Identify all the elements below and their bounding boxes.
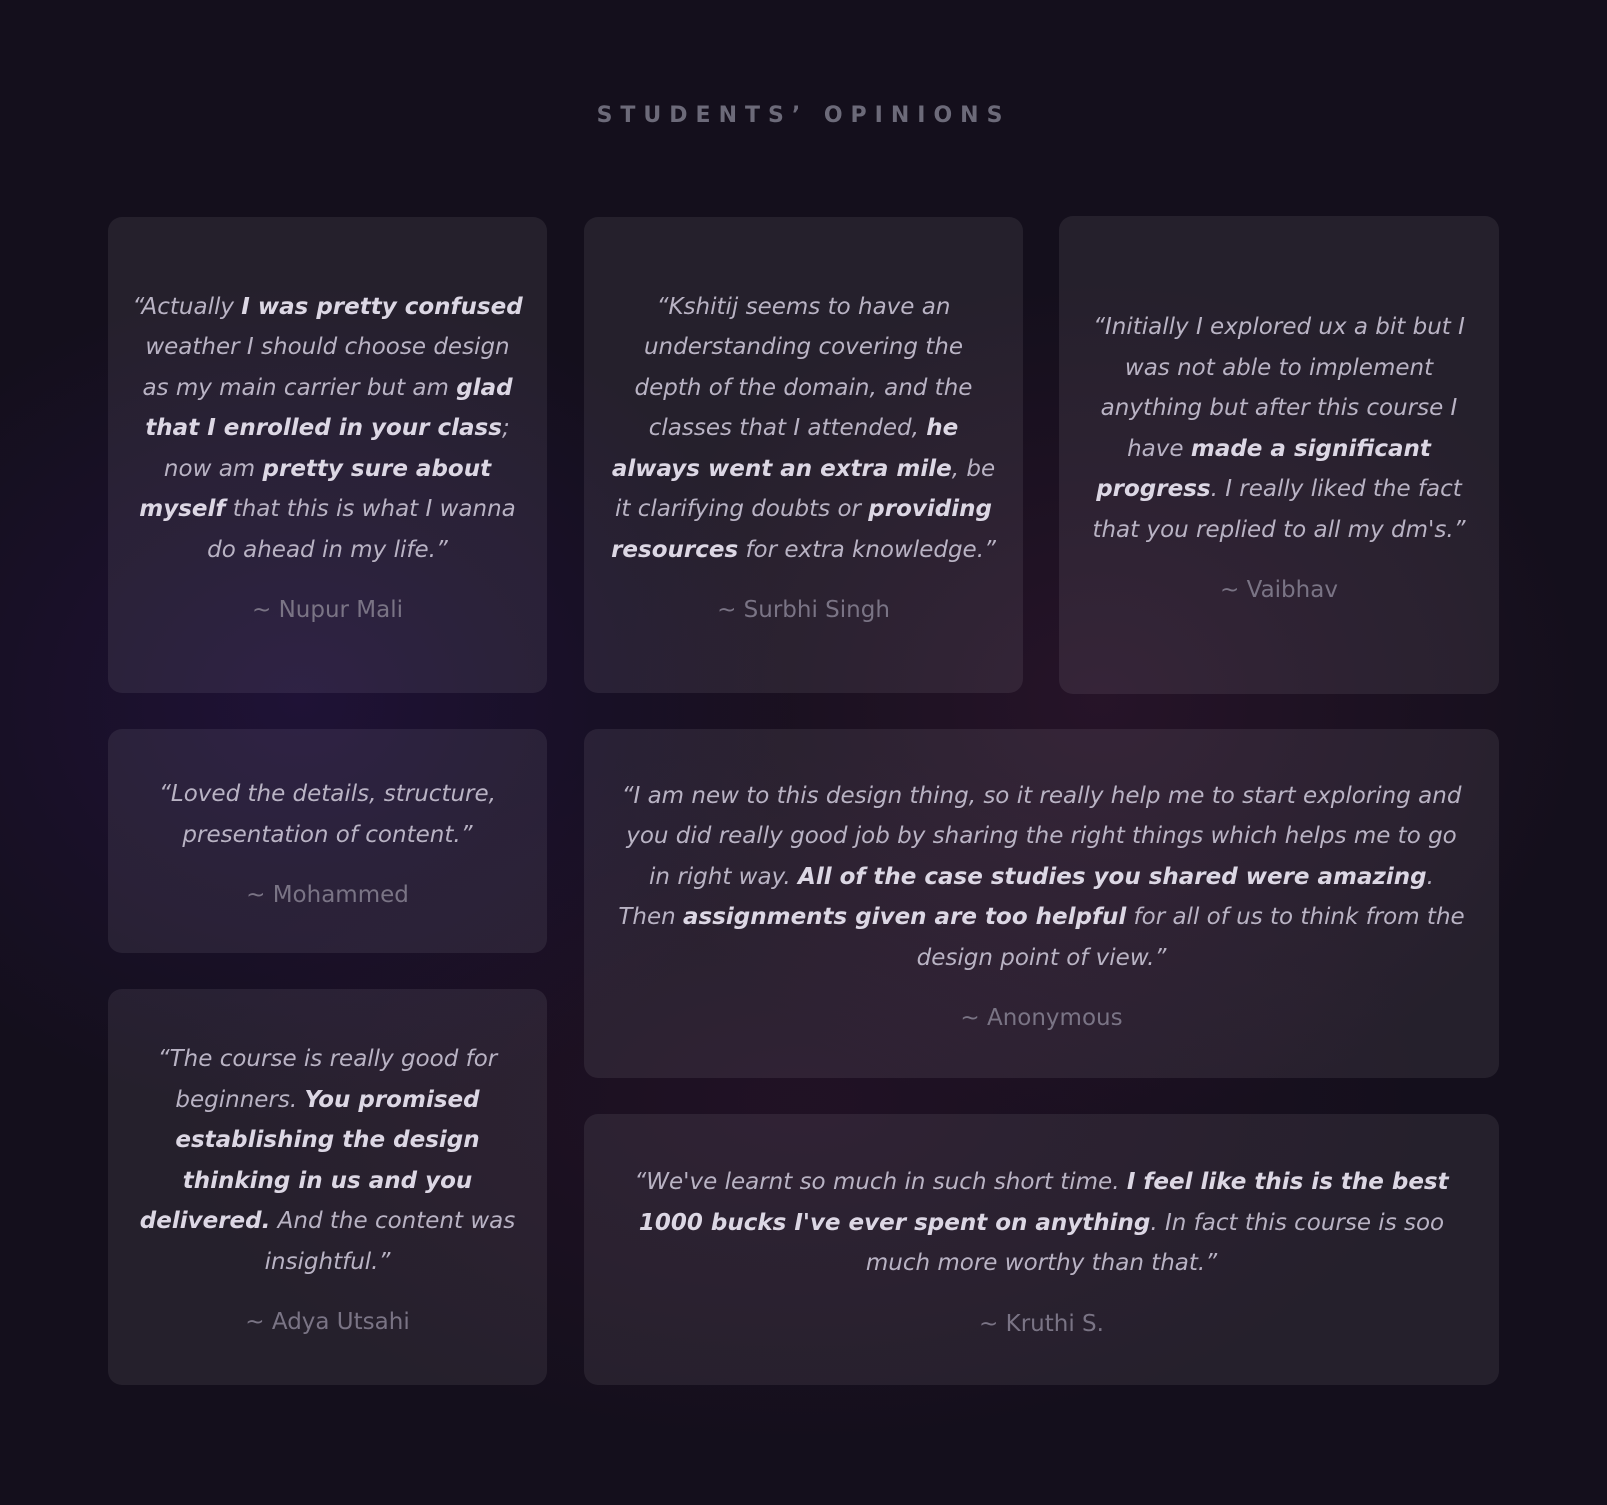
testimonial-quote: “Initially I explored ux a bit but I was… [1083,307,1475,550]
testimonial-author: ~ Nupur Mali [251,597,404,624]
quote-text: that this is what I wanna do ahead in my… [207,496,516,563]
testimonial-author: ~ Anonymous [960,1005,1123,1032]
quote-text: weather I should choose design as my mai… [142,334,510,401]
testimonial-card-mohammed: “Loved the details, structure, presentat… [108,729,547,953]
testimonial-card-anonymous: “I am new to this design thing, so it re… [584,729,1499,1078]
quote-text: “Loved the details, structure, presentat… [159,781,496,848]
quote-text: “We've learnt so much in such short time… [634,1169,1127,1196]
quote-highlight: assignments given are too helpful [682,904,1127,931]
testimonial-card-vaibhav: “Initially I explored ux a bit but I was… [1059,216,1499,694]
quote-highlight: All of the case studies you shared were … [798,863,1427,890]
testimonial-author: ~ Vaibhav [1220,577,1338,603]
quote-text: for extra knowledge.” [738,536,996,563]
quote-highlight: I was pretty confused [241,293,523,320]
testimonial-quote: “I am new to this design thing, so it re… [618,776,1465,979]
testimonial-quote: “We've learnt so much in such short time… [618,1162,1465,1284]
testimonial-quote: “Actually I was pretty confused weather … [132,287,523,571]
testimonial-author: ~ Kruthi S. [979,1310,1104,1337]
testimonial-card-kruthi-s: “We've learnt so much in such short time… [584,1114,1499,1385]
section-title: STUDENTS’ OPINIONS [596,103,1011,128]
testimonial-quote: “Kshitij seems to have an understanding … [608,287,999,571]
quote-text: “Actually [132,293,242,320]
testimonial-author: ~ Adya Utsahi [245,1309,410,1335]
testimonial-card-nupur-mali: “Actually I was pretty confused weather … [108,217,547,693]
testimonial-card-surbhi-singh: “Kshitij seems to have an understanding … [584,217,1023,693]
testimonial-author: ~ Mohammed [246,882,409,908]
testimonial-card-adya-utsahi: “The course is really good for beginners… [108,989,547,1385]
quote-text: “Kshitij seems to have an understanding … [634,293,973,442]
testimonial-author: ~ Surbhi Singh [717,597,890,624]
quote-text: And the content was insightful.” [264,1208,516,1275]
testimonial-quote: “The course is really good for beginners… [132,1039,523,1282]
testimonial-quote: “Loved the details, structure, presentat… [132,774,523,855]
